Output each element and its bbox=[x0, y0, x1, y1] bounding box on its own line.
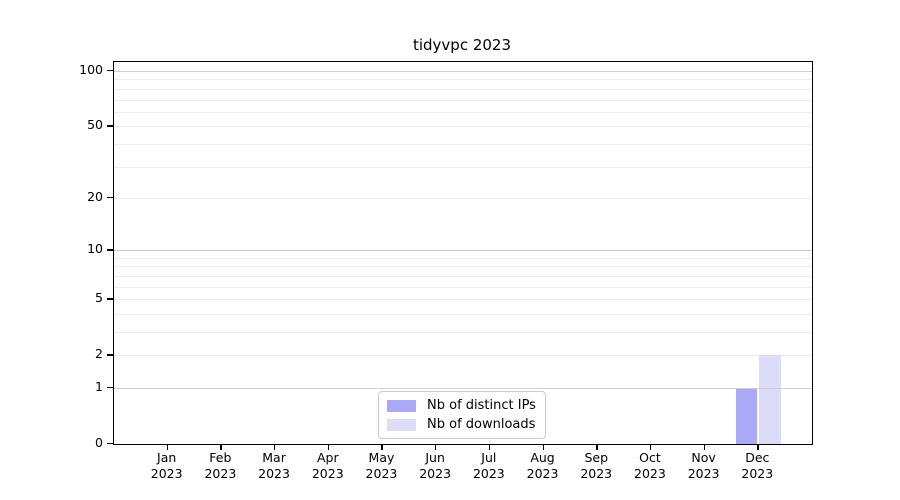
chart-figure: tidyvpc 2023 0 1 2 5 10 20 50 100 Jan 2023 Feb 2023… bbox=[0, 0, 900, 500]
gridline-minor bbox=[114, 313, 812, 315]
y-axis-tick bbox=[107, 125, 113, 127]
y-tick-label: 10 bbox=[87, 241, 103, 257]
y-axis-tick bbox=[107, 386, 113, 389]
y-axis-tick bbox=[107, 249, 113, 251]
y-axis-tick bbox=[107, 443, 113, 445]
gridline-minor bbox=[114, 286, 812, 288]
y-tick-label: 100 bbox=[79, 62, 103, 78]
gridline-minor bbox=[114, 79, 812, 81]
gridline-minor bbox=[114, 197, 812, 199]
bar-distinct-ips-dec bbox=[735, 387, 758, 444]
gridline-minor bbox=[114, 99, 812, 101]
y-tick-label: 0 bbox=[95, 435, 103, 450]
y-tick-label: 50 bbox=[87, 117, 103, 133]
gridline-minor bbox=[114, 275, 812, 277]
y-axis-tick bbox=[107, 70, 113, 72]
gridline-minor bbox=[114, 355, 812, 357]
y-axis-tick bbox=[107, 196, 113, 199]
gridline-minor bbox=[114, 299, 812, 301]
gridline-minor bbox=[114, 126, 812, 128]
x-tick-label: Dec 2023 bbox=[725, 450, 789, 481]
y-tick-label: 1 bbox=[95, 378, 103, 394]
gridline-minor bbox=[114, 143, 812, 145]
y-tick-label: 20 bbox=[87, 188, 103, 204]
gridline-major bbox=[114, 71, 812, 73]
y-axis-tick bbox=[107, 298, 113, 300]
gridline-major bbox=[114, 387, 812, 389]
gridline-minor bbox=[114, 111, 812, 113]
legend-label-distinct-ips: Nb of distinct IPs bbox=[427, 398, 536, 413]
gridline-minor bbox=[114, 166, 812, 168]
bar-downloads-dec bbox=[759, 355, 781, 444]
legend-entry-downloads: Nb of downloads bbox=[387, 417, 536, 432]
legend-entry-distinct-ips: Nb of distinct IPs bbox=[387, 398, 536, 413]
gridline-major bbox=[114, 250, 812, 252]
x-tick-month: Dec bbox=[745, 450, 770, 465]
gridline-minor bbox=[114, 266, 812, 268]
y-tick-label: 2 bbox=[95, 346, 103, 362]
gridline-minor bbox=[114, 88, 812, 90]
legend-swatch-distinct-ips-icon bbox=[387, 399, 416, 412]
y-tick-label: 5 bbox=[95, 290, 103, 306]
legend-label-downloads: Nb of downloads bbox=[427, 417, 536, 432]
gridline-minor bbox=[114, 331, 812, 333]
legend-swatch-downloads-icon bbox=[387, 418, 416, 431]
chart-title: tidyvpc 2023 bbox=[412, 36, 512, 54]
gridline-minor bbox=[114, 257, 812, 259]
plot-area bbox=[113, 61, 813, 445]
legend: Nb of distinct IPs Nb of downloads bbox=[378, 391, 546, 439]
y-axis-tick bbox=[107, 354, 113, 356]
x-tick-year: 2023 bbox=[741, 465, 774, 481]
